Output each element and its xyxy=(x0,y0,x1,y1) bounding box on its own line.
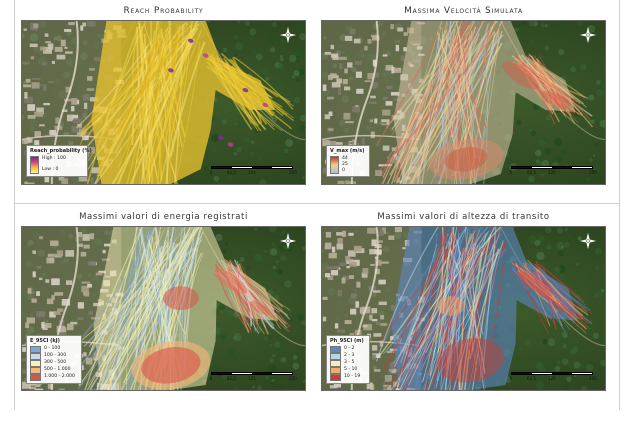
legend-class-label: 1.000 - 2.000 xyxy=(44,374,75,380)
legend-swatch xyxy=(330,373,341,381)
legend-class-label: 300 - 500 xyxy=(44,360,67,366)
scale-label: 125 xyxy=(548,376,556,381)
map-frame[interactable]: V_max (m/s) 44 25 0 0 62,5 125 250 xyxy=(321,20,606,185)
legend-class-label: 0 - 2 xyxy=(344,346,355,352)
panel-title: Massimi valori di altezza di transito xyxy=(377,212,550,222)
legend-high-label: High : 100 xyxy=(42,155,66,161)
scale-label: 62,5 xyxy=(227,170,236,175)
scale-bar: 0 62,5 125 250 xyxy=(509,166,597,178)
legend-class: 0 - 2 xyxy=(330,345,366,353)
scale-label: 125 xyxy=(248,376,256,381)
map-frame[interactable]: E_95CI (kJ) 0 - 100 100 - 300 300 - 500 500… xyxy=(21,226,306,391)
legend-swatch xyxy=(30,359,41,367)
legend-class: 5 - 10 xyxy=(330,366,366,374)
legend-title: E_95CI (kJ) xyxy=(30,338,60,344)
map-legend: V_max (m/s) 44 25 0 xyxy=(326,145,370,177)
map-legend: Ph_95CI (m) 0 - 22 - 33 - 55 - 10 10 - 19 xyxy=(326,335,370,384)
legend-swatch xyxy=(30,366,41,374)
scale-label: 250 xyxy=(289,170,297,175)
scale-bar: 0 62,5 125 250 xyxy=(509,372,597,384)
scale-label: 250 xyxy=(589,170,597,175)
map-frame[interactable]: Ph_95CI (m) 0 - 22 - 33 - 55 - 10 10 - 19… xyxy=(321,226,606,391)
legend-gradient xyxy=(330,155,339,174)
legend-swatch xyxy=(330,352,341,360)
panel-title: Reach Probability xyxy=(123,6,204,16)
map-legend: E_95CI (kJ) 0 - 100 100 - 300 300 - 500 500… xyxy=(26,335,82,384)
north-arrow-icon xyxy=(579,26,597,44)
legend-class-label: 500 - 1.000 xyxy=(44,367,71,373)
panel-max-energy: Massimi valori di energia registrati E_9… xyxy=(21,208,306,391)
legend-class-label: 100 - 300 xyxy=(44,353,67,359)
scale-label: 62,5 xyxy=(527,170,536,175)
scale-bar: 0 62,5 125 250 xyxy=(209,166,297,178)
scale-label: 250 xyxy=(589,376,597,381)
legend-swatch xyxy=(330,345,341,353)
legend-swatch xyxy=(330,366,341,374)
legend-class: 300 - 500 xyxy=(30,359,78,367)
legend-class: 10 - 19 xyxy=(330,373,366,381)
north-arrow-icon xyxy=(279,26,297,44)
scale-label: 125 xyxy=(248,170,256,175)
scale-label: 62,5 xyxy=(227,376,236,381)
map-legend: Reach_probability (%) High : 100 Low : 0 xyxy=(26,145,92,177)
panel-divider xyxy=(15,203,619,204)
scale-label: 62,5 xyxy=(527,376,536,381)
legend-label: 0 xyxy=(342,168,345,174)
legend-class: 100 - 300 xyxy=(30,352,78,360)
scale-bar: 0 62,5 125 250 xyxy=(209,372,297,384)
legend-title: V_max (m/s) xyxy=(330,148,365,154)
scale-label: 125 xyxy=(548,170,556,175)
legend-class: 1.000 - 2.000 xyxy=(30,373,78,381)
legend-gradient xyxy=(30,155,39,174)
scale-label: 0 xyxy=(209,376,213,381)
legend-class-label: 5 - 10 xyxy=(344,367,358,373)
north-arrow-icon xyxy=(579,232,597,250)
scale-label: 250 xyxy=(289,376,297,381)
legend-swatch xyxy=(30,352,41,360)
legend-class-label: 10 - 19 xyxy=(344,374,361,380)
legend-classes: 0 - 100 100 - 300 300 - 500 500 - 1.000 1.00… xyxy=(30,345,78,381)
legend-class: 0 - 100 xyxy=(30,345,78,353)
legend-swatch xyxy=(330,359,341,367)
legend-title: Ph_95CI (m) xyxy=(330,338,364,344)
legend-class-label: 3 - 5 xyxy=(344,360,355,366)
legend-classes: 0 - 22 - 33 - 55 - 10 10 - 19 xyxy=(330,345,366,381)
panel-title: Massima Velocità Simulata xyxy=(404,6,523,16)
north-arrow-icon xyxy=(279,232,297,250)
legend-swatch xyxy=(30,373,41,381)
scale-label: 0 xyxy=(509,170,513,175)
legend-swatch xyxy=(30,345,41,353)
legend-class-label: 2 - 3 xyxy=(344,353,355,359)
panel-reach-probability: Reach Probability Reach_probability (%) … xyxy=(21,2,306,185)
map-frame[interactable]: Reach_probability (%) High : 100 Low : 0… xyxy=(21,20,306,185)
legend-low-label: Low : 0 xyxy=(42,166,59,172)
map-sheet: Reach Probability Reach_probability (%) … xyxy=(14,0,620,410)
legend-class: 2 - 3 xyxy=(330,352,366,360)
legend-class: 500 - 1.000 xyxy=(30,366,78,374)
panel-max-transit-height: Massimi valori di altezza di transito Ph… xyxy=(321,208,606,391)
legend-class: 3 - 5 xyxy=(330,359,366,367)
legend-class-label: 0 - 100 xyxy=(44,346,61,352)
panel-max-velocity: Massima Velocità Simulata V_max (m/s) 44… xyxy=(321,2,606,185)
scale-label: 0 xyxy=(509,376,513,381)
panel-title: Massimi valori di energia registrati xyxy=(79,212,248,222)
legend-title: Reach_probability (%) xyxy=(30,148,92,154)
scale-label: 0 xyxy=(209,170,213,175)
